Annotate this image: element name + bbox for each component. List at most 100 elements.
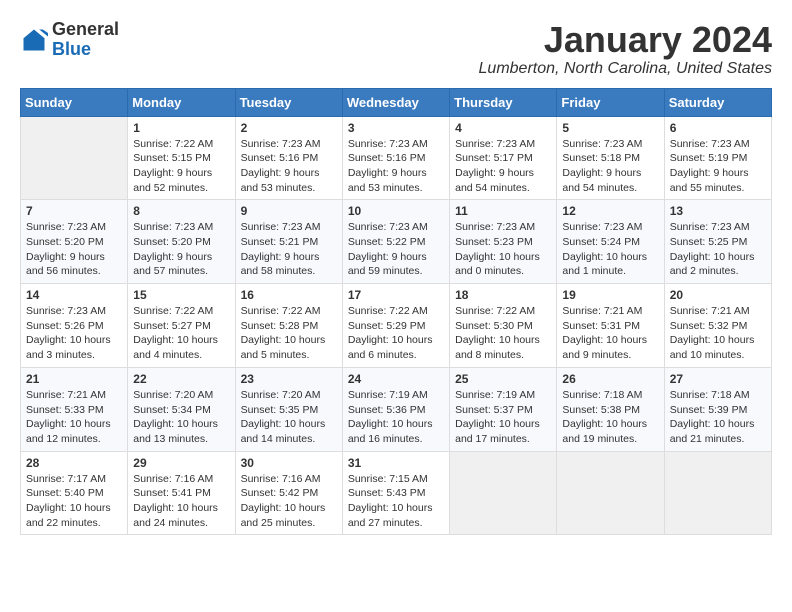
day-info: Sunrise: 7:15 AM Sunset: 5:43 PM Dayligh… [348, 472, 444, 531]
sunrise-text: Sunrise: 7:22 AM [348, 305, 428, 317]
week-row-4: 21 Sunrise: 7:21 AM Sunset: 5:33 PM Dayl… [21, 367, 772, 451]
day-number: 16 [241, 288, 337, 302]
sunset-text: Sunset: 5:24 PM [562, 236, 640, 248]
sunrise-text: Sunrise: 7:22 AM [241, 305, 321, 317]
daylight-text: Daylight: 10 hours and 16 minutes. [348, 418, 433, 445]
sunrise-text: Sunrise: 7:23 AM [455, 138, 535, 150]
sunrise-text: Sunrise: 7:23 AM [562, 221, 642, 233]
sunset-text: Sunset: 5:15 PM [133, 152, 211, 164]
cell-w3-d3: 17 Sunrise: 7:22 AM Sunset: 5:29 PM Dayl… [342, 284, 449, 368]
daylight-text: Daylight: 9 hours and 54 minutes. [455, 167, 534, 194]
day-number: 23 [241, 372, 337, 386]
daylight-text: Daylight: 10 hours and 5 minutes. [241, 334, 326, 361]
day-number: 20 [670, 288, 766, 302]
cell-w2-d0: 7 Sunrise: 7:23 AM Sunset: 5:20 PM Dayli… [21, 200, 128, 284]
cell-w5-d4 [450, 451, 557, 535]
day-info: Sunrise: 7:22 AM Sunset: 5:27 PM Dayligh… [133, 304, 229, 363]
sunrise-text: Sunrise: 7:23 AM [26, 305, 106, 317]
col-saturday: Saturday [664, 88, 771, 116]
day-number: 26 [562, 372, 658, 386]
cell-w1-d0 [21, 116, 128, 200]
daylight-text: Daylight: 9 hours and 53 minutes. [241, 167, 320, 194]
cell-w1-d1: 1 Sunrise: 7:22 AM Sunset: 5:15 PM Dayli… [128, 116, 235, 200]
sunrise-text: Sunrise: 7:22 AM [455, 305, 535, 317]
sunrise-text: Sunrise: 7:16 AM [241, 473, 321, 485]
sunrise-text: Sunrise: 7:22 AM [133, 305, 213, 317]
sunrise-text: Sunrise: 7:19 AM [455, 389, 535, 401]
day-info: Sunrise: 7:21 AM Sunset: 5:33 PM Dayligh… [26, 388, 122, 447]
sunrise-text: Sunrise: 7:21 AM [670, 305, 750, 317]
sunset-text: Sunset: 5:20 PM [133, 236, 211, 248]
cell-w4-d1: 22 Sunrise: 7:20 AM Sunset: 5:34 PM Dayl… [128, 367, 235, 451]
daylight-text: Daylight: 9 hours and 52 minutes. [133, 167, 212, 194]
sunset-text: Sunset: 5:41 PM [133, 487, 211, 499]
day-info: Sunrise: 7:19 AM Sunset: 5:36 PM Dayligh… [348, 388, 444, 447]
sunset-text: Sunset: 5:18 PM [562, 152, 640, 164]
sunset-text: Sunset: 5:19 PM [670, 152, 748, 164]
day-info: Sunrise: 7:21 AM Sunset: 5:31 PM Dayligh… [562, 304, 658, 363]
day-info: Sunrise: 7:17 AM Sunset: 5:40 PM Dayligh… [26, 472, 122, 531]
sunrise-text: Sunrise: 7:23 AM [241, 221, 321, 233]
sunrise-text: Sunrise: 7:23 AM [241, 138, 321, 150]
daylight-text: Daylight: 9 hours and 57 minutes. [133, 251, 212, 278]
cell-w2-d6: 13 Sunrise: 7:23 AM Sunset: 5:25 PM Dayl… [664, 200, 771, 284]
week-row-5: 28 Sunrise: 7:17 AM Sunset: 5:40 PM Dayl… [21, 451, 772, 535]
cell-w4-d2: 23 Sunrise: 7:20 AM Sunset: 5:35 PM Dayl… [235, 367, 342, 451]
day-number: 28 [26, 456, 122, 470]
day-info: Sunrise: 7:23 AM Sunset: 5:26 PM Dayligh… [26, 304, 122, 363]
sunrise-text: Sunrise: 7:23 AM [348, 221, 428, 233]
cell-w2-d2: 9 Sunrise: 7:23 AM Sunset: 5:21 PM Dayli… [235, 200, 342, 284]
sunset-text: Sunset: 5:30 PM [455, 320, 533, 332]
cell-w5-d0: 28 Sunrise: 7:17 AM Sunset: 5:40 PM Dayl… [21, 451, 128, 535]
daylight-text: Daylight: 9 hours and 54 minutes. [562, 167, 641, 194]
day-info: Sunrise: 7:16 AM Sunset: 5:42 PM Dayligh… [241, 472, 337, 531]
day-info: Sunrise: 7:23 AM Sunset: 5:25 PM Dayligh… [670, 220, 766, 279]
col-thursday: Thursday [450, 88, 557, 116]
sunrise-text: Sunrise: 7:23 AM [562, 138, 642, 150]
cell-w4-d0: 21 Sunrise: 7:21 AM Sunset: 5:33 PM Dayl… [21, 367, 128, 451]
day-number: 2 [241, 121, 337, 135]
calendar-header-row: Sunday Monday Tuesday Wednesday Thursday… [21, 88, 772, 116]
sunrise-text: Sunrise: 7:17 AM [26, 473, 106, 485]
cell-w3-d0: 14 Sunrise: 7:23 AM Sunset: 5:26 PM Dayl… [21, 284, 128, 368]
day-number: 22 [133, 372, 229, 386]
day-info: Sunrise: 7:23 AM Sunset: 5:17 PM Dayligh… [455, 137, 551, 196]
cell-w1-d6: 6 Sunrise: 7:23 AM Sunset: 5:19 PM Dayli… [664, 116, 771, 200]
day-number: 19 [562, 288, 658, 302]
cell-w2-d5: 12 Sunrise: 7:23 AM Sunset: 5:24 PM Dayl… [557, 200, 664, 284]
sunrise-text: Sunrise: 7:23 AM [670, 138, 750, 150]
day-info: Sunrise: 7:23 AM Sunset: 5:20 PM Dayligh… [133, 220, 229, 279]
day-number: 14 [26, 288, 122, 302]
cell-w1-d2: 2 Sunrise: 7:23 AM Sunset: 5:16 PM Dayli… [235, 116, 342, 200]
sunrise-text: Sunrise: 7:18 AM [562, 389, 642, 401]
cell-w5-d2: 30 Sunrise: 7:16 AM Sunset: 5:42 PM Dayl… [235, 451, 342, 535]
daylight-text: Daylight: 10 hours and 21 minutes. [670, 418, 755, 445]
day-info: Sunrise: 7:23 AM Sunset: 5:23 PM Dayligh… [455, 220, 551, 279]
day-info: Sunrise: 7:21 AM Sunset: 5:32 PM Dayligh… [670, 304, 766, 363]
day-number: 5 [562, 121, 658, 135]
day-number: 17 [348, 288, 444, 302]
logo-general: General [52, 19, 119, 39]
sunset-text: Sunset: 5:32 PM [670, 320, 748, 332]
sunrise-text: Sunrise: 7:15 AM [348, 473, 428, 485]
sunset-text: Sunset: 5:38 PM [562, 404, 640, 416]
week-row-1: 1 Sunrise: 7:22 AM Sunset: 5:15 PM Dayli… [21, 116, 772, 200]
daylight-text: Daylight: 10 hours and 1 minute. [562, 251, 647, 278]
day-number: 29 [133, 456, 229, 470]
sunset-text: Sunset: 5:16 PM [348, 152, 426, 164]
day-info: Sunrise: 7:23 AM Sunset: 5:16 PM Dayligh… [241, 137, 337, 196]
day-number: 27 [670, 372, 766, 386]
sunrise-text: Sunrise: 7:21 AM [562, 305, 642, 317]
sunrise-text: Sunrise: 7:23 AM [670, 221, 750, 233]
daylight-text: Daylight: 10 hours and 4 minutes. [133, 334, 218, 361]
daylight-text: Daylight: 10 hours and 0 minutes. [455, 251, 540, 278]
sunset-text: Sunset: 5:20 PM [26, 236, 104, 248]
daylight-text: Daylight: 10 hours and 9 minutes. [562, 334, 647, 361]
cell-w5-d3: 31 Sunrise: 7:15 AM Sunset: 5:43 PM Dayl… [342, 451, 449, 535]
sunset-text: Sunset: 5:25 PM [670, 236, 748, 248]
cell-w5-d6 [664, 451, 771, 535]
sunset-text: Sunset: 5:31 PM [562, 320, 640, 332]
day-number: 11 [455, 204, 551, 218]
day-number: 9 [241, 204, 337, 218]
day-number: 21 [26, 372, 122, 386]
